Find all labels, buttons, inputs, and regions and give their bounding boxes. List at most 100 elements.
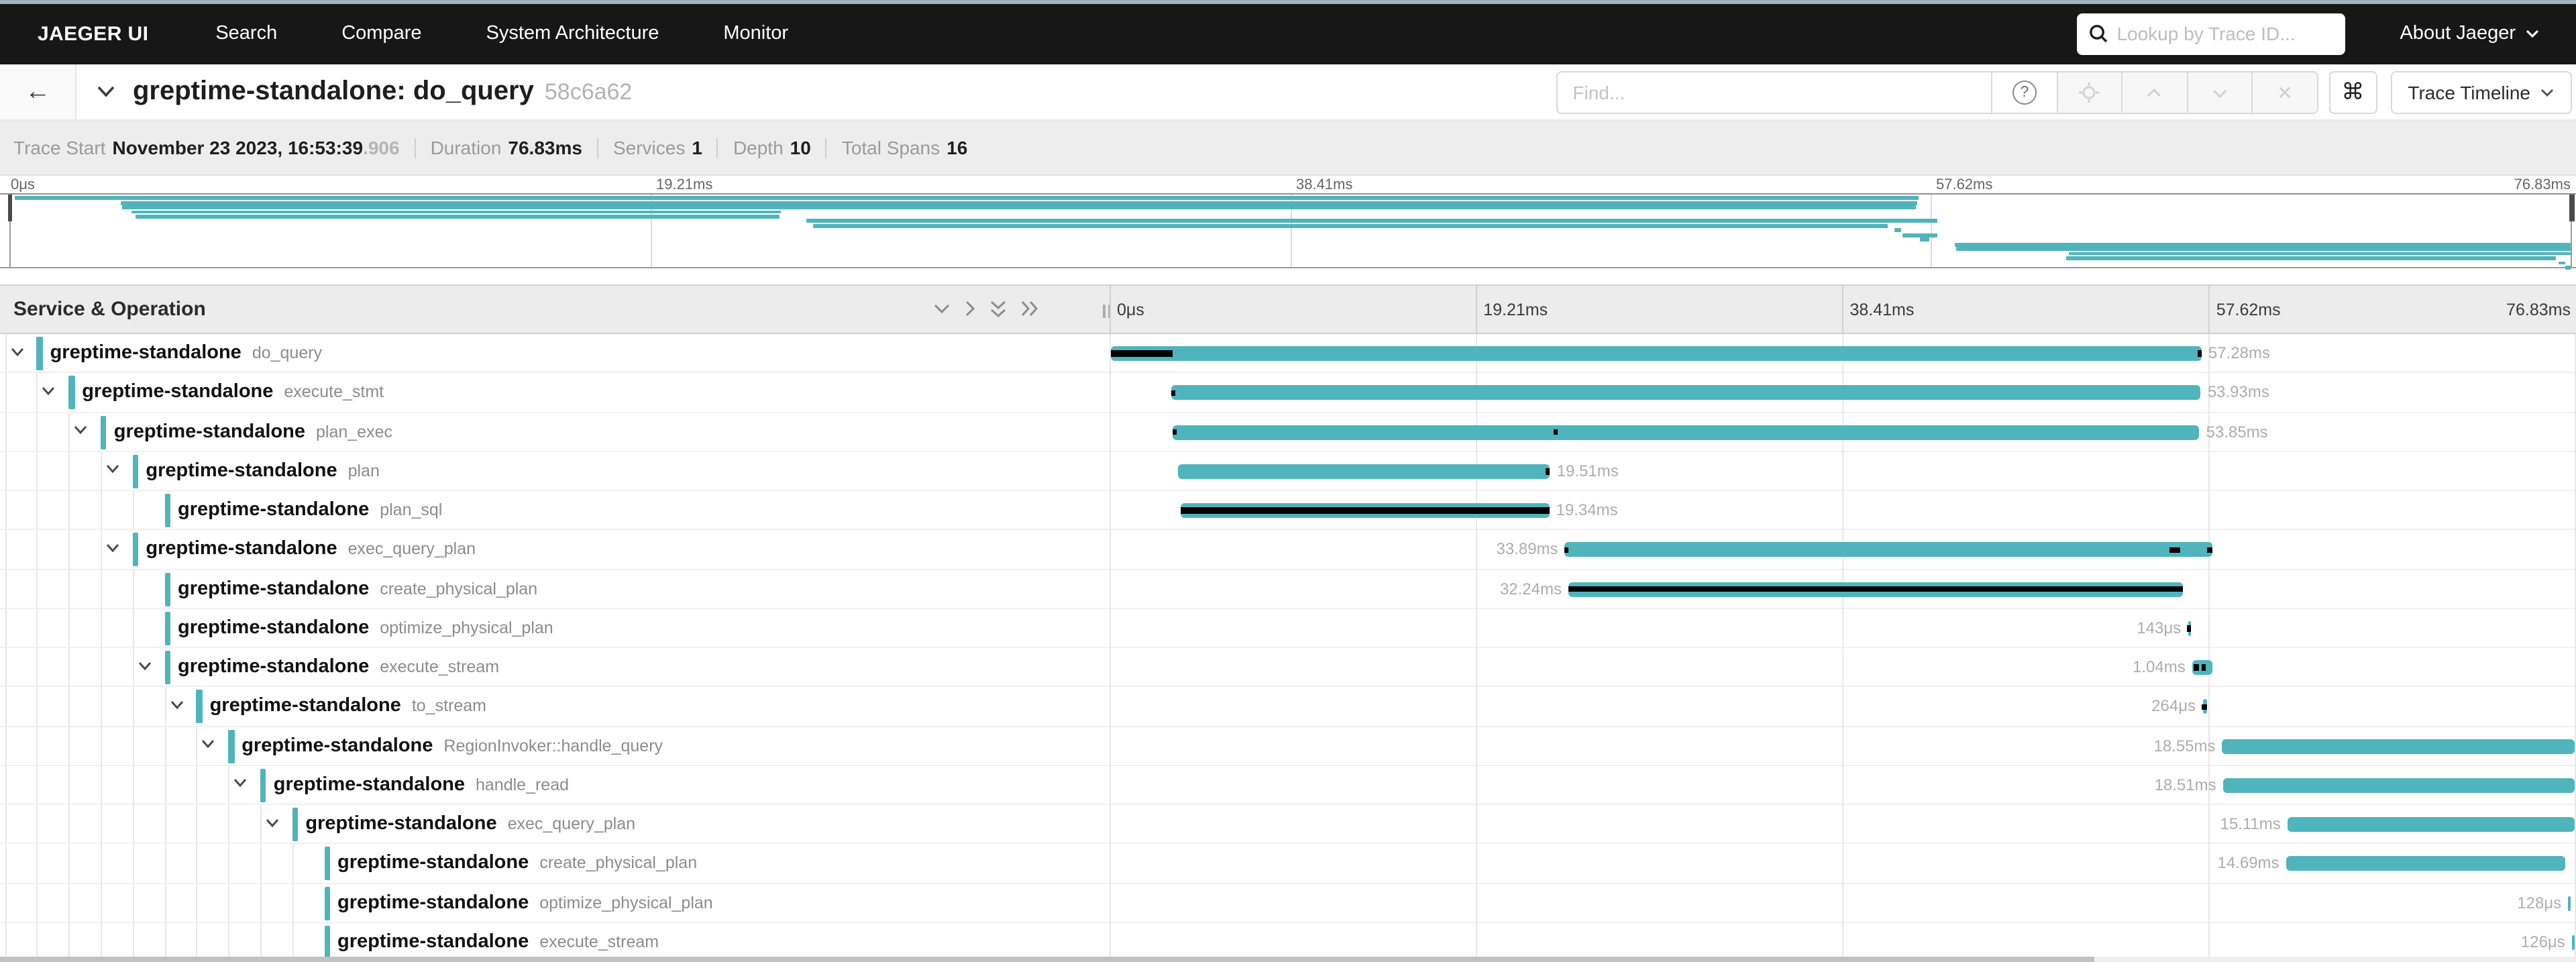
span-collapse-chevron-icon[interactable] bbox=[232, 778, 248, 790]
nav-item-monitor[interactable]: Monitor bbox=[691, 23, 820, 45]
trace-minimap[interactable] bbox=[0, 193, 2576, 268]
indent-guide bbox=[37, 452, 38, 490]
indent-guide bbox=[5, 648, 6, 686]
span-duration-bar[interactable] bbox=[1173, 425, 2200, 439]
span-row-plan[interactable]: greptime-standaloneplan19.51ms bbox=[0, 452, 2576, 492]
trace-lookup-input[interactable] bbox=[2116, 23, 2332, 45]
service-color-bar bbox=[164, 494, 170, 527]
find-locate-button[interactable] bbox=[2057, 71, 2123, 114]
span-collapse-chevron-icon[interactable] bbox=[9, 345, 25, 358]
back-button[interactable]: ← bbox=[0, 64, 76, 119]
trace-id-short: 58c6a62 bbox=[545, 79, 632, 105]
span-duration-label: 19.34ms bbox=[1556, 491, 1618, 529]
span-collapse-chevron-icon[interactable] bbox=[168, 699, 184, 711]
span-duration-label: 33.89ms bbox=[1497, 531, 1558, 569]
find-next-button[interactable] bbox=[2188, 71, 2253, 114]
span-duration-bar[interactable] bbox=[1172, 386, 2201, 400]
indent-guide bbox=[228, 845, 229, 883]
column-resizer-handle[interactable] bbox=[1103, 304, 1112, 317]
span-duration-bar[interactable] bbox=[2286, 857, 2566, 871]
span-row-create_physical_plan[interactable]: greptime-standalonecreate_physical_plan3… bbox=[0, 570, 2576, 609]
span-row-exec_query_plan[interactable]: greptime-standaloneexec_query_plan15.11m… bbox=[0, 805, 2576, 845]
span-duration-bar[interactable] bbox=[2572, 935, 2575, 950]
span-row-optimize_physical_plan[interactable]: greptime-standaloneoptimize_physical_pla… bbox=[0, 609, 2576, 649]
critical-path-segment bbox=[2169, 547, 2180, 553]
span-collapse-chevron-icon[interactable] bbox=[264, 816, 280, 829]
span-row-plan_sql[interactable]: greptime-standaloneplan_sql19.34ms bbox=[0, 491, 2576, 531]
span-duration-label: 18.55ms bbox=[2153, 727, 2215, 765]
span-row-create_physical_plan[interactable]: greptime-standalonecreate_physical_plan1… bbox=[0, 845, 2576, 884]
horizontal-scrollbar[interactable] bbox=[0, 957, 2576, 962]
trace-summary-bar: Trace Start November 23 2023, 16:53:39.9… bbox=[0, 121, 2576, 176]
span-row-handle_read[interactable]: greptime-standalonehandle_read18.51ms bbox=[0, 766, 2576, 806]
indent-guide bbox=[197, 845, 198, 883]
minimap-span-bar bbox=[2069, 252, 2571, 256]
minimap-tick-label: 0μs bbox=[11, 177, 35, 193]
minimap-span-bar bbox=[1895, 229, 1902, 233]
minimap-gridline bbox=[1931, 195, 1932, 266]
indent-guide bbox=[164, 923, 166, 961]
span-row-execute_stmt[interactable]: greptime-standaloneexecute_stmt53.93ms bbox=[0, 374, 2576, 413]
nav-item-search[interactable]: Search bbox=[183, 23, 309, 45]
find-clear-button[interactable]: ✕ bbox=[2253, 71, 2318, 114]
service-color-bar bbox=[324, 847, 330, 881]
span-duration-bar[interactable] bbox=[2222, 739, 2575, 753]
span-row-to_stream[interactable]: greptime-standaloneto_stream264μs bbox=[0, 688, 2576, 727]
indent-guide bbox=[260, 805, 262, 843]
span-collapse-chevron-icon[interactable] bbox=[41, 385, 57, 397]
find-help-button[interactable]: ? bbox=[1992, 71, 2057, 114]
span-operation-name: plan_exec bbox=[316, 422, 392, 441]
service-color-bar bbox=[132, 533, 138, 567]
indent-guide bbox=[68, 452, 70, 490]
indent-guide bbox=[132, 648, 133, 686]
trace-lookup-box[interactable] bbox=[2076, 13, 2345, 55]
indent-guide bbox=[132, 688, 133, 726]
span-collapse-chevron-icon[interactable] bbox=[105, 464, 121, 476]
span-collapse-chevron-icon[interactable] bbox=[105, 542, 121, 554]
about-jaeger-menu[interactable]: About Jaeger bbox=[2400, 23, 2540, 45]
keyboard-shortcuts-button[interactable]: ⌘ bbox=[2328, 71, 2377, 114]
find-input[interactable] bbox=[1556, 71, 1992, 114]
service-color-bar bbox=[164, 572, 170, 606]
span-duration-bar[interactable] bbox=[2223, 778, 2575, 793]
span-operation-name: exec_query_plan bbox=[348, 540, 476, 559]
span-row-plan_exec[interactable]: greptime-standaloneplan_exec53.85ms bbox=[0, 413, 2576, 452]
span-row-exec_query_plan[interactable]: greptime-standaloneexec_query_plan33.89m… bbox=[0, 531, 2576, 570]
trace-start-label: Trace Start bbox=[13, 137, 105, 158]
trace-collapse-toggle[interactable] bbox=[95, 85, 117, 99]
span-duration-bar[interactable] bbox=[1565, 543, 2212, 557]
span-operation-name: do_query bbox=[252, 343, 322, 362]
span-row-RegionInvoker::handle_query[interactable]: greptime-standaloneRegionInvoker::handle… bbox=[0, 727, 2576, 766]
collapse-all-icon[interactable] bbox=[932, 303, 951, 316]
minimap-left-handle[interactable] bbox=[7, 195, 12, 221]
expand-all-double-icon[interactable] bbox=[1020, 300, 1040, 319]
nav-item-compare[interactable]: Compare bbox=[309, 23, 453, 45]
indent-guide bbox=[37, 688, 38, 726]
span-collapse-chevron-icon[interactable] bbox=[136, 659, 152, 672]
find-prev-button[interactable] bbox=[2123, 71, 2188, 114]
trace-view-selector[interactable]: Trace Timeline bbox=[2390, 71, 2572, 114]
span-duration-bar[interactable] bbox=[2288, 817, 2575, 832]
expand-one-icon[interactable] bbox=[963, 300, 977, 319]
indent-guide bbox=[132, 570, 133, 608]
about-jaeger-label: About Jaeger bbox=[2400, 23, 2516, 45]
span-collapse-chevron-icon[interactable] bbox=[72, 424, 89, 436]
nav-item-system-architecture[interactable]: System Architecture bbox=[454, 23, 692, 45]
indent-guide bbox=[292, 845, 293, 883]
span-row-execute_stream[interactable]: greptime-standaloneexecute_stream1.04ms bbox=[0, 648, 2576, 688]
scrollbar-thumb[interactable] bbox=[0, 957, 2094, 962]
span-duration-bar[interactable] bbox=[1178, 464, 1550, 479]
span-row-optimize_physical_plan[interactable]: greptime-standaloneoptimize_physical_pla… bbox=[0, 884, 2576, 923]
collapse-all-double-icon[interactable] bbox=[989, 299, 1008, 319]
span-collapse-chevron-icon[interactable] bbox=[201, 738, 217, 750]
span-row-do_query[interactable]: greptime-standalonedo_query57.28ms bbox=[0, 334, 2576, 374]
indent-guide bbox=[101, 884, 102, 922]
span-duration-bar[interactable] bbox=[1111, 346, 2202, 361]
indent-guide bbox=[197, 766, 198, 804]
span-duration-bar[interactable] bbox=[2568, 896, 2571, 910]
chevron-up-icon bbox=[2146, 87, 2163, 99]
minimap-right-handle[interactable] bbox=[2569, 195, 2574, 221]
expand-collapse-controls bbox=[932, 285, 1052, 333]
span-operation-name: plan bbox=[348, 462, 380, 480]
critical-path-segment bbox=[2202, 704, 2207, 710]
